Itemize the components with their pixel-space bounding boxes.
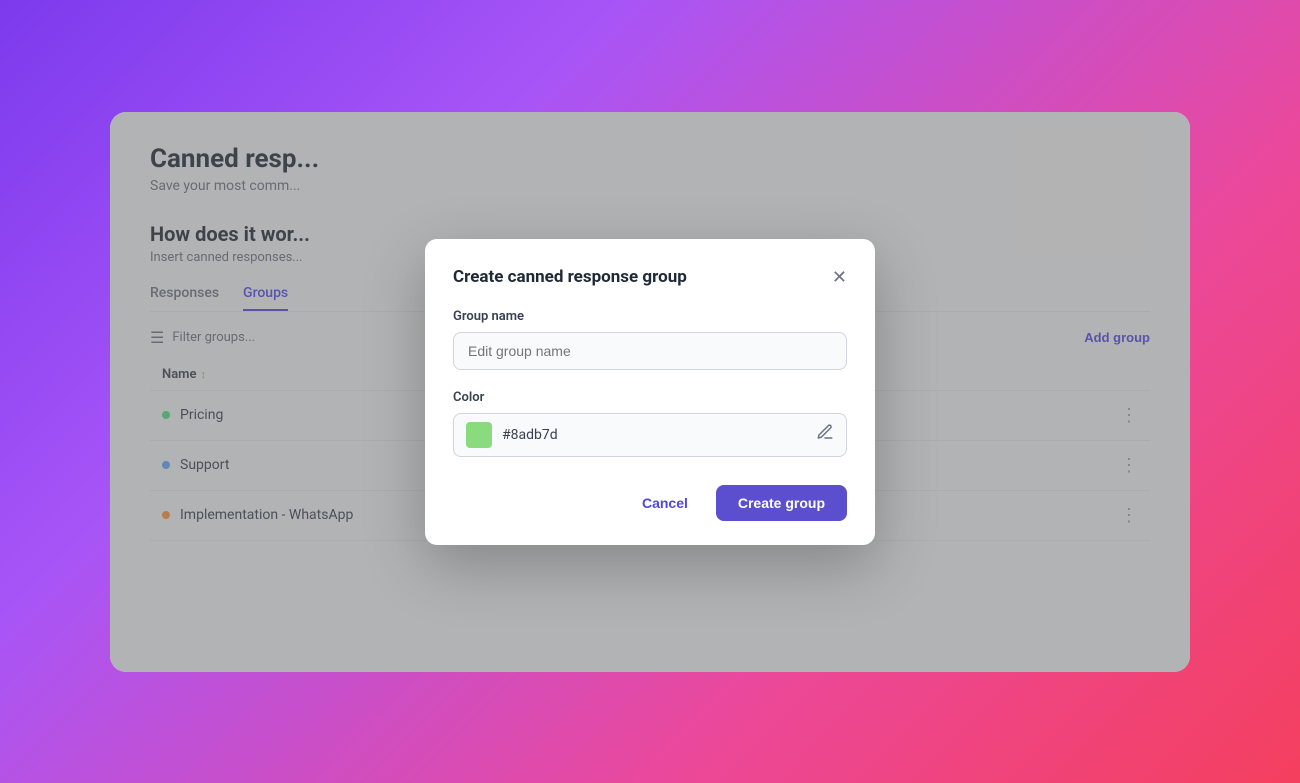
- color-picker-row: #8adb7d: [453, 413, 847, 457]
- modal-overlay: Create canned response group ✕ Group nam…: [110, 112, 1190, 672]
- color-swatch[interactable]: [466, 422, 492, 448]
- app-inner: Canned resp... Save your most comm... Ho…: [110, 112, 1190, 672]
- modal-close-button[interactable]: ✕: [832, 268, 847, 286]
- modal-actions: Cancel Create group: [453, 485, 847, 521]
- group-name-input[interactable]: [453, 332, 847, 370]
- app-container: Canned resp... Save your most comm... Ho…: [110, 112, 1190, 672]
- modal: Create canned response group ✕ Group nam…: [425, 239, 875, 545]
- group-name-label: Group name: [453, 309, 847, 324]
- modal-title: Create canned response group: [453, 267, 687, 287]
- color-label: Color: [453, 390, 847, 405]
- create-group-button[interactable]: Create group: [716, 485, 847, 521]
- modal-header: Create canned response group ✕: [453, 267, 847, 287]
- cancel-button[interactable]: Cancel: [626, 485, 704, 521]
- color-picker-icon-button[interactable]: [816, 423, 834, 446]
- color-hex-value: #8adb7d: [502, 427, 816, 443]
